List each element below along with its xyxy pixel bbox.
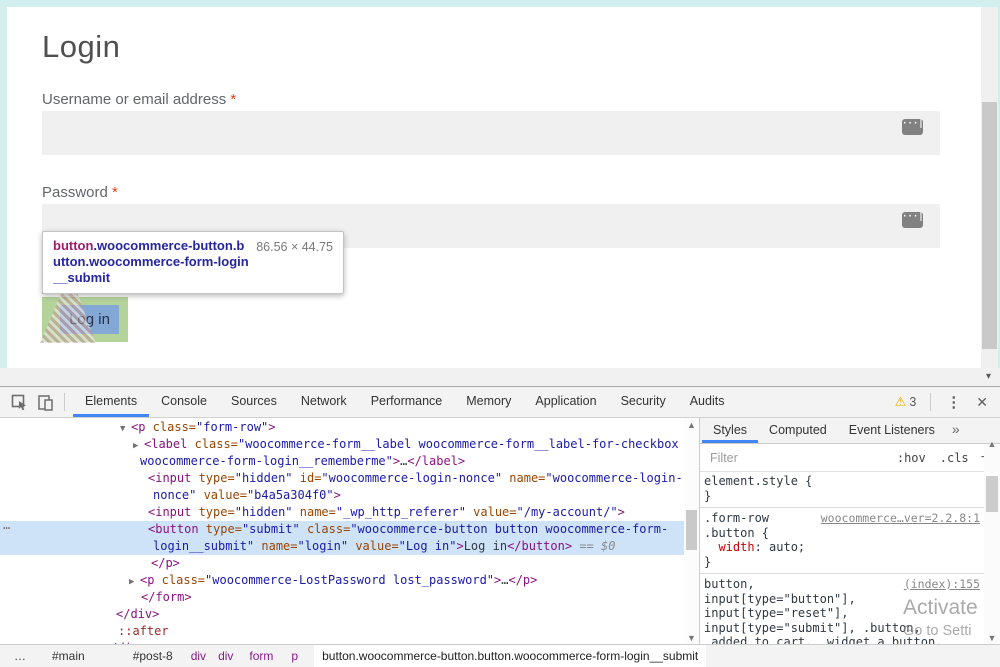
required-asterisk: * [230, 91, 236, 108]
input-helper-icon[interactable]: ···| [902, 119, 923, 135]
username-input[interactable] [42, 111, 940, 155]
dom-tree-node[interactable]: </div> [0, 606, 684, 623]
dom-tree-node[interactable]: ▶<label class="woocommerce-form__label w… [0, 436, 684, 453]
page-scroll-corner[interactable]: ▾ [0, 368, 1000, 386]
devtools-toolbar: ElementsConsoleSourcesNetworkPerformance… [0, 387, 1000, 418]
dom-tree-node[interactable]: </form> [0, 589, 684, 606]
dom-tree-node[interactable]: ▶<p class="woocommerce-LostPassword lost… [0, 572, 684, 589]
inspect-tooltip-dimensions: 86.56 × 44.75 [256, 239, 333, 255]
dom-tree-node[interactable]: woocommerce-form-login__rememberme">…</l… [0, 453, 684, 470]
devtools-tab-performance[interactable]: Performance [359, 387, 455, 417]
sidebar-tab-event-listeners[interactable]: Event Listeners [838, 418, 946, 443]
input-helper-icon[interactable]: ···| [902, 212, 923, 228]
stylesheet-source-link[interactable]: (index):155 [904, 577, 980, 592]
breadcrumb-item[interactable]: button.woocommerce-button.button.woocomm… [314, 645, 706, 667]
devtools-close-icon[interactable]: ✕ [970, 394, 1000, 411]
inspect-tooltip: button.woocommerce-button.button.woocomm… [42, 231, 344, 294]
dom-tree-node[interactable]: <input type="hidden" name="_wp_http_refe… [0, 504, 684, 521]
style-rules-list: element.style {}woocommerce…ver=2.2.8:1.… [700, 471, 984, 645]
dom-tree: ▼<p class="form-row">▶<label class="wooc… [0, 419, 684, 645]
devtools-tab-console[interactable]: Console [149, 387, 219, 417]
toggle-classes-button[interactable]: .cls [940, 451, 969, 465]
scroll-up-arrow-icon[interactable]: ▲ [984, 439, 1000, 449]
page-scrollbar-thumb[interactable] [982, 102, 997, 349]
required-asterisk: * [112, 184, 118, 201]
password-label: Password * [42, 184, 118, 201]
browser-viewport: Login Username or email address * ···| P… [0, 0, 1000, 386]
devtools-main: ▼<p class="form-row">▶<label class="wooc… [0, 418, 1000, 645]
elements-scrollbar-thumb[interactable] [686, 510, 697, 550]
toolbar-divider [64, 393, 65, 411]
warning-icon[interactable]: ⚠ [895, 394, 907, 410]
styles-scrollbar-thumb[interactable] [986, 476, 998, 512]
breadcrumb-item[interactable]: #main [52, 649, 85, 663]
devtools-tab-security[interactable]: Security [609, 387, 678, 417]
scroll-down-arrow-icon[interactable]: ▾ [986, 371, 991, 382]
style-rule[interactable]: (index):155button,input[type="button"],i… [700, 574, 984, 645]
dom-tree-node[interactable]: ::after [0, 623, 684, 640]
sidebar-tab-styles[interactable]: Styles [702, 418, 758, 443]
dom-tree-node[interactable]: login__submit" name="login" value="Log i… [0, 538, 684, 555]
breadcrumb-item[interactable]: form [249, 649, 273, 663]
style-rule[interactable]: woocommerce…ver=2.2.8:1.form-row.button … [700, 508, 984, 574]
elements-scrollbar[interactable]: ▲ ▼ [684, 418, 699, 645]
style-rule[interactable]: element.style {} [700, 471, 984, 508]
devtools-tab-elements[interactable]: Elements [73, 387, 149, 417]
styles-filter-input[interactable] [700, 450, 890, 466]
dom-tree-node[interactable]: <button type="submit" class="woocommerce… [0, 521, 684, 538]
styles-sidebar: StylesComputedEvent Listeners » :hov .cl… [700, 418, 1000, 645]
inspect-element-icon[interactable] [6, 389, 32, 415]
dom-tree-node[interactable]: nonce" value="b4a5a304f0"> [0, 487, 684, 504]
dom-tree-node[interactable]: <input type="hidden" id="woocommerce-log… [0, 470, 684, 487]
scroll-down-arrow-icon[interactable]: ▼ [984, 633, 1000, 643]
warning-count[interactable]: 3 [909, 395, 916, 409]
dom-tree-node[interactable]: ▼<p class="form-row"> [0, 419, 684, 436]
scroll-down-arrow-icon[interactable]: ▼ [684, 633, 699, 643]
device-toolbar-icon[interactable] [32, 389, 58, 415]
elements-tree-pane: ▼<p class="form-row">▶<label class="wooc… [0, 418, 700, 645]
breadcrumb-item[interactable]: div [218, 649, 233, 663]
hscroll-ellipsis: … [3, 518, 10, 532]
devtools-tab-audits[interactable]: Audits [678, 387, 737, 417]
dom-tree-node[interactable]: </p> [0, 555, 684, 572]
devtools-tab-memory[interactable]: Memory [454, 387, 523, 417]
page-title: Login [42, 29, 120, 65]
devtools-tab-application[interactable]: Application [523, 387, 608, 417]
dom-breadcrumb-bar: … #main #post-8 divdiv form p button.woocommer… [0, 644, 1000, 667]
overflow-tabs-icon[interactable]: » [946, 418, 966, 443]
devtools-panel: ElementsConsoleSourcesNetworkPerformance… [0, 386, 1000, 667]
styles-scrollbar[interactable]: ▲ ▼ [984, 444, 1000, 645]
devtools-tab-sources[interactable]: Sources [219, 387, 289, 417]
breadcrumb-item[interactable]: #post-8 [133, 649, 173, 663]
scroll-up-arrow-icon[interactable]: ▲ [684, 420, 699, 430]
sidebar-tabs: StylesComputedEvent Listeners » [700, 418, 1000, 444]
breadcrumb-item[interactable]: div [191, 649, 206, 663]
breadcrumb-item[interactable]: p [291, 649, 298, 663]
devtools-menu-icon[interactable]: ⋮ [937, 393, 970, 411]
toolbar-right-cluster: ⚠ 3 ⋮ ✕ [895, 393, 1000, 411]
toolbar-divider [930, 393, 931, 411]
sidebar-tab-computed[interactable]: Computed [758, 418, 838, 443]
username-label: Username or email address * [42, 91, 236, 108]
toggle-hover-state-button[interactable]: :hov [897, 451, 926, 465]
devtools-tabs: ElementsConsoleSourcesNetworkPerformance… [73, 387, 736, 417]
styles-filter-row: :hov .cls + [700, 444, 1000, 472]
page-vertical-scrollbar[interactable] [981, 7, 998, 368]
breadcrumb-item[interactable]: … [14, 649, 26, 663]
devtools-tab-network[interactable]: Network [289, 387, 359, 417]
stylesheet-source-link[interactable]: woocommerce…ver=2.2.8:1 [821, 511, 980, 526]
